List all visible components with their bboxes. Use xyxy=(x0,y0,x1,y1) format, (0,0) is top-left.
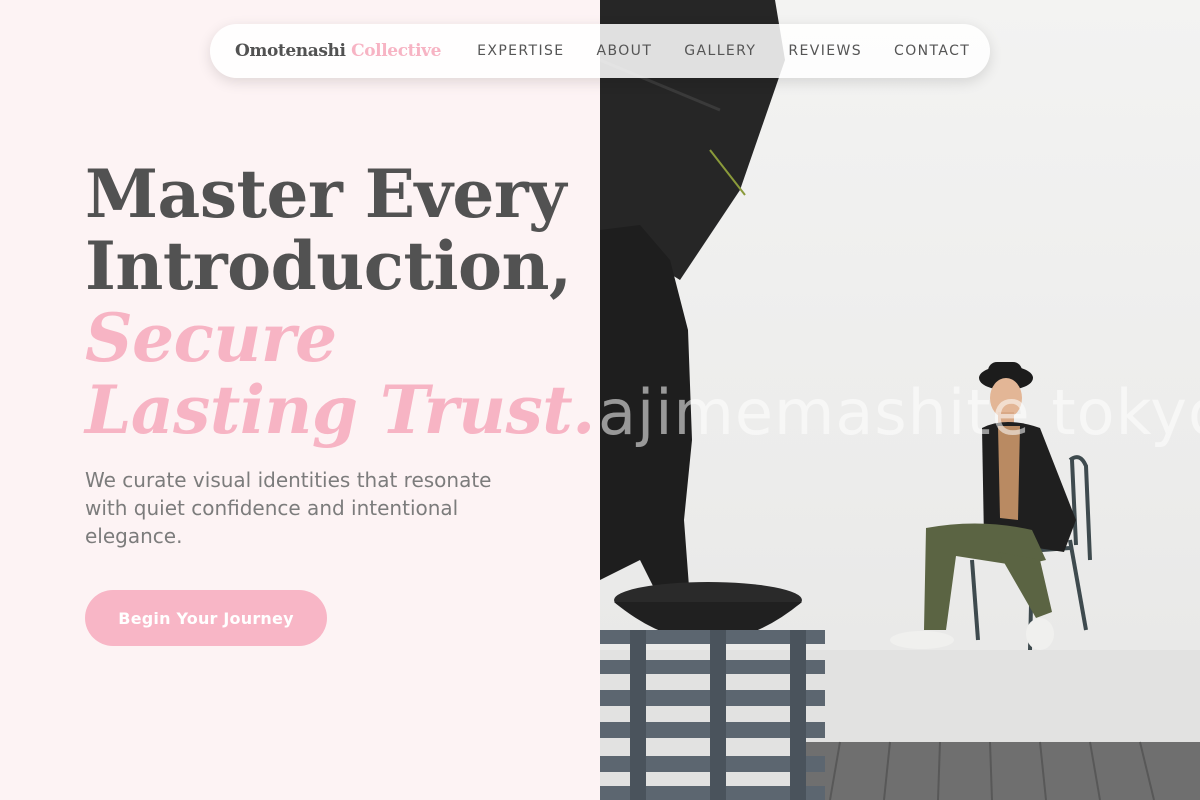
top-navbar: Omotenashi Collective EXPERTISE ABOUT GA… xyxy=(210,24,990,78)
hero-photo: ajimemashite tokyo xyxy=(600,0,1200,800)
headline-accent-line-2: Lasting Trust. xyxy=(85,371,595,449)
hero-section: Master Every Introduction, Secure Lastin… xyxy=(0,0,600,800)
photo-watermark: ajimemashite tokyo xyxy=(600,376,1200,449)
nav-link-about[interactable]: ABOUT xyxy=(597,43,653,59)
nav-link-expertise[interactable]: EXPERTISE xyxy=(477,43,564,59)
headline-line-2: Introduction, xyxy=(85,227,572,305)
nav-links: EXPERTISE ABOUT GALLERY REVIEWS CONTACT xyxy=(477,43,970,59)
nav-link-gallery[interactable]: GALLERY xyxy=(684,43,756,59)
brand-logo[interactable]: Omotenashi Collective xyxy=(235,41,441,61)
headline-line-1: Master Every xyxy=(85,155,566,233)
begin-journey-button[interactable]: Begin Your Journey xyxy=(85,590,327,646)
headline-accent-line-1: Secure xyxy=(85,299,337,377)
hero-subtitle: We curate visual identities that resonat… xyxy=(85,468,492,548)
nav-link-contact[interactable]: CONTACT xyxy=(894,43,970,59)
hero-headline: Master Every Introduction, Secure Lastin… xyxy=(85,155,595,449)
brand-accent-name: Collective xyxy=(351,41,442,61)
brand-name: Omotenashi xyxy=(235,41,346,61)
nav-link-reviews[interactable]: REVIEWS xyxy=(788,43,862,59)
